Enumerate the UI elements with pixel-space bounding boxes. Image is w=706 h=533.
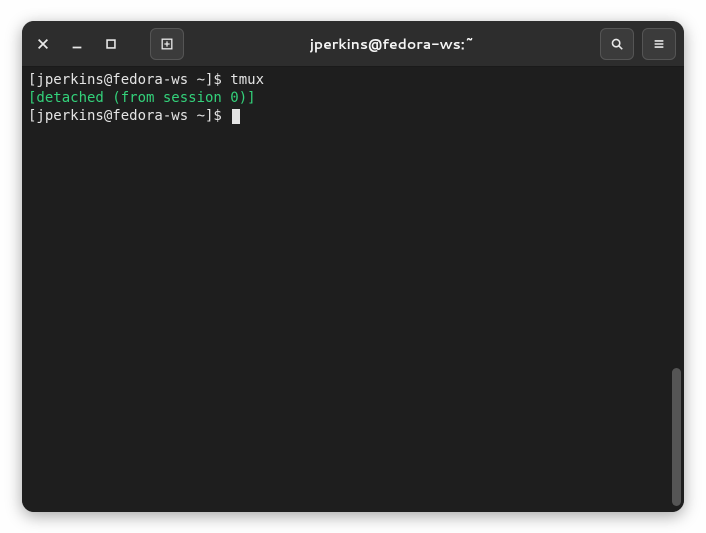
minimize-icon [70,37,84,51]
shell-prompt: [jperkins@fedora-ws ~]$ [28,108,230,124]
terminal-output[interactable]: [jperkins@fedora-ws ~]$ tmux[detached (f… [22,67,684,512]
search-icon [610,37,624,51]
terminal-line: [jperkins@fedora-ws ~]$ tmux [28,71,678,89]
scrollbar-thumb[interactable] [672,368,681,506]
minimize-button[interactable] [64,31,90,57]
close-button[interactable] [30,31,56,57]
window-title: jperkins@fedora-ws:~ [192,34,592,54]
window-controls [30,28,184,60]
new-tab-button[interactable] [150,28,184,60]
cursor [232,109,240,124]
terminal-area[interactable]: [jperkins@fedora-ws ~]$ tmux[detached (f… [22,67,684,512]
output-text: [detached (from session 0)] [28,90,256,106]
titlebar: jperkins@fedora-ws:~ [22,21,684,67]
shell-prompt: [jperkins@fedora-ws ~]$ [28,72,230,88]
new-tab-icon [160,37,174,51]
close-icon [36,37,50,51]
hamburger-icon [652,37,666,51]
titlebar-right [600,28,676,60]
maximize-icon [104,37,118,51]
maximize-button[interactable] [98,31,124,57]
terminal-line: [jperkins@fedora-ws ~]$ [28,107,678,125]
terminal-line: [detached (from session 0)] [28,89,678,107]
menu-button[interactable] [642,28,676,60]
search-button[interactable] [600,28,634,60]
shell-command: tmux [230,72,264,88]
terminal-window: jperkins@fedora-ws:~ [jperkins@fedora-ws… [22,21,684,512]
